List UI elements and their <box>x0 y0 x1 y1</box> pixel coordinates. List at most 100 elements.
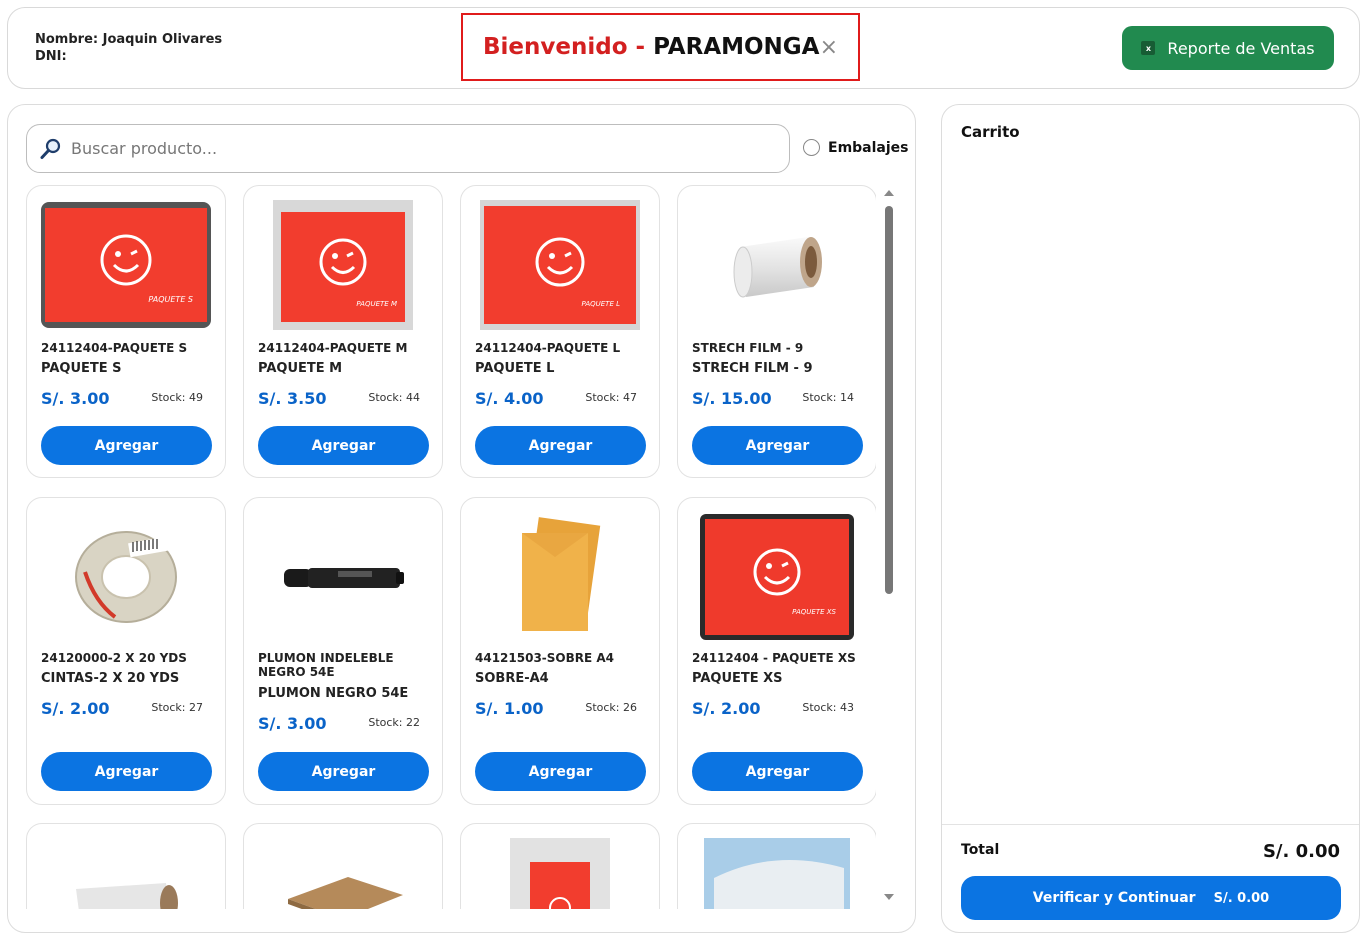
cart-footer: Total S/. 0.00 Verificar y Continuar S/.… <box>942 824 1359 932</box>
verify-continue-button[interactable]: Verificar y Continuar S/. 0.00 <box>961 876 1341 920</box>
product-name: PAQUETE S <box>41 361 122 376</box>
add-button[interactable]: Agregar <box>475 426 646 465</box>
product-stock: Stock: 22 <box>368 716 420 729</box>
search-icon <box>40 138 61 159</box>
product-image <box>475 836 645 909</box>
total-label: Total <box>961 842 1000 858</box>
product-card: PLUMON INDELEBLE NEGRO 54E PLUMON NEGRO … <box>243 497 443 805</box>
product-image <box>258 512 428 642</box>
product-image <box>475 512 645 642</box>
search-box[interactable] <box>26 124 790 173</box>
welcome-separator: - <box>635 34 646 60</box>
product-image <box>41 864 211 909</box>
product-code: 24112404-PAQUETE M <box>258 341 408 355</box>
product-card: 44121503-SOBRE A4 SOBRE-A4 S/. 1.00 Stoc… <box>460 497 660 805</box>
product-price: S/. 4.00 <box>475 389 544 408</box>
product-card: PAQUETE L 24112404-PAQUETE L PAQUETE L S… <box>460 185 660 478</box>
products-panel: Embalajes PAQUETE S 24112404-PAQUETE S P… <box>7 104 916 933</box>
scroll-thumb[interactable] <box>885 206 893 594</box>
product-stock: Stock: 44 <box>368 391 420 404</box>
product-image <box>41 512 211 642</box>
scroll-down-icon[interactable] <box>884 894 894 900</box>
product-card: STRECH FILM - 9 STRECH FILM - 9 S/. 15.0… <box>677 185 876 478</box>
welcome-banner: Bienvenido - PARAMONGA × <box>461 13 860 81</box>
product-tag: PAQUETE S <box>148 295 193 304</box>
product-name: PAQUETE XS <box>692 671 783 686</box>
product-stock: Stock: 26 <box>585 701 637 714</box>
product-image: PAQUETE XS <box>692 512 862 642</box>
product-price: S/. 2.00 <box>692 699 761 718</box>
product-price: S/. 15.00 <box>692 389 772 408</box>
product-tag: PAQUETE M <box>356 300 397 308</box>
product-card <box>243 823 443 909</box>
product-card: PAQUETE XS 24112404 - PAQUETE XS PAQUETE… <box>677 497 876 805</box>
product-name: PLUMON NEGRO 54E <box>258 686 409 701</box>
product-card <box>26 823 226 909</box>
product-code: PLUMON INDELEBLE NEGRO 54E <box>258 651 394 679</box>
sales-report-label: Reporte de Ventas <box>1167 38 1315 58</box>
total-value: S/. 0.00 <box>1262 841 1340 862</box>
product-tag: PAQUETE XS <box>792 608 836 616</box>
cart-title: Carrito <box>961 123 1020 141</box>
sales-report-button[interactable]: x Reporte de Ventas <box>1122 26 1334 70</box>
product-code: 24120000-2 X 20 YDS <box>41 651 187 665</box>
product-price: S/. 1.00 <box>475 699 544 718</box>
add-button[interactable]: Agregar <box>41 752 212 791</box>
product-card: 24120000-2 X 20 YDS CINTAS-2 X 20 YDS S/… <box>26 497 226 805</box>
scroll-up-icon[interactable] <box>884 190 894 196</box>
product-image <box>692 200 862 330</box>
packaging-label: Embalajes <box>828 139 909 156</box>
product-name: SOBRE-A4 <box>475 671 549 686</box>
product-price: S/. 3.50 <box>258 389 327 408</box>
add-button[interactable]: Agregar <box>692 426 863 465</box>
product-price: S/. 3.00 <box>41 389 110 408</box>
welcome-text: Bienvenido <box>483 34 628 60</box>
header-bar: Nombre: Joaquin Olivares DNI: Bienvenido… <box>7 7 1360 89</box>
add-button[interactable]: Agregar <box>258 426 429 465</box>
verify-label: Verificar y Continuar <box>1032 890 1196 906</box>
product-image: PAQUETE S <box>41 200 211 330</box>
product-image: PAQUETE M <box>258 200 428 330</box>
product-name: STRECH FILM - 9 <box>692 361 813 376</box>
product-stock: Stock: 14 <box>802 391 854 404</box>
product-price: S/. 2.00 <box>41 699 110 718</box>
product-stock: Stock: 49 <box>151 391 203 404</box>
product-tag: PAQUETE L <box>581 300 620 308</box>
packaging-radio[interactable] <box>803 139 820 156</box>
product-scrollbar[interactable] <box>882 190 896 910</box>
product-code: 24112404 - PAQUETE XS <box>692 651 856 665</box>
product-card: PAQUETE S 24112404-PAQUETE S PAQUETE S S… <box>26 185 226 478</box>
product-stock: Stock: 47 <box>585 391 637 404</box>
product-image <box>692 836 862 909</box>
product-code: 44121503-SOBRE A4 <box>475 651 615 665</box>
cart-panel: Carrito Total S/. 0.00 Verificar y Conti… <box>941 104 1360 933</box>
user-name: Nombre: Joaquin Olivares <box>35 32 223 47</box>
close-icon[interactable]: × <box>820 35 838 60</box>
product-code: STRECH FILM - 9 <box>692 341 804 355</box>
product-code: 24112404-PAQUETE L <box>475 341 621 355</box>
branch-name: PARAMONGA <box>653 34 820 60</box>
add-button[interactable]: Agregar <box>41 426 212 465</box>
product-card <box>460 823 660 909</box>
product-grid: PAQUETE S 24112404-PAQUETE S PAQUETE S S… <box>26 185 876 909</box>
product-stock: Stock: 27 <box>151 701 203 714</box>
product-name: CINTAS-2 X 20 YDS <box>41 671 180 686</box>
add-button[interactable]: Agregar <box>692 752 863 791</box>
product-code: 24112404-PAQUETE S <box>41 341 188 355</box>
product-name: PAQUETE L <box>475 361 555 376</box>
product-card: PAQUETE M 24112404-PAQUETE M PAQUETE M S… <box>243 185 443 478</box>
packaging-filter[interactable]: Embalajes <box>803 139 909 156</box>
product-stock: Stock: 43 <box>802 701 854 714</box>
add-button[interactable]: Agregar <box>258 752 429 791</box>
excel-icon: x <box>1141 41 1156 55</box>
product-image <box>258 864 428 909</box>
product-price: S/. 3.00 <box>258 714 327 733</box>
user-info: Nombre: Joaquin Olivares DNI: <box>35 31 222 65</box>
product-name: PAQUETE M <box>258 361 343 376</box>
product-image: PAQUETE L <box>475 200 645 330</box>
verify-amount: S/. 0.00 <box>1213 890 1270 906</box>
product-card <box>677 823 876 909</box>
add-button[interactable]: Agregar <box>475 752 646 791</box>
search-input[interactable] <box>71 139 789 158</box>
user-dni: DNI: <box>35 49 67 64</box>
